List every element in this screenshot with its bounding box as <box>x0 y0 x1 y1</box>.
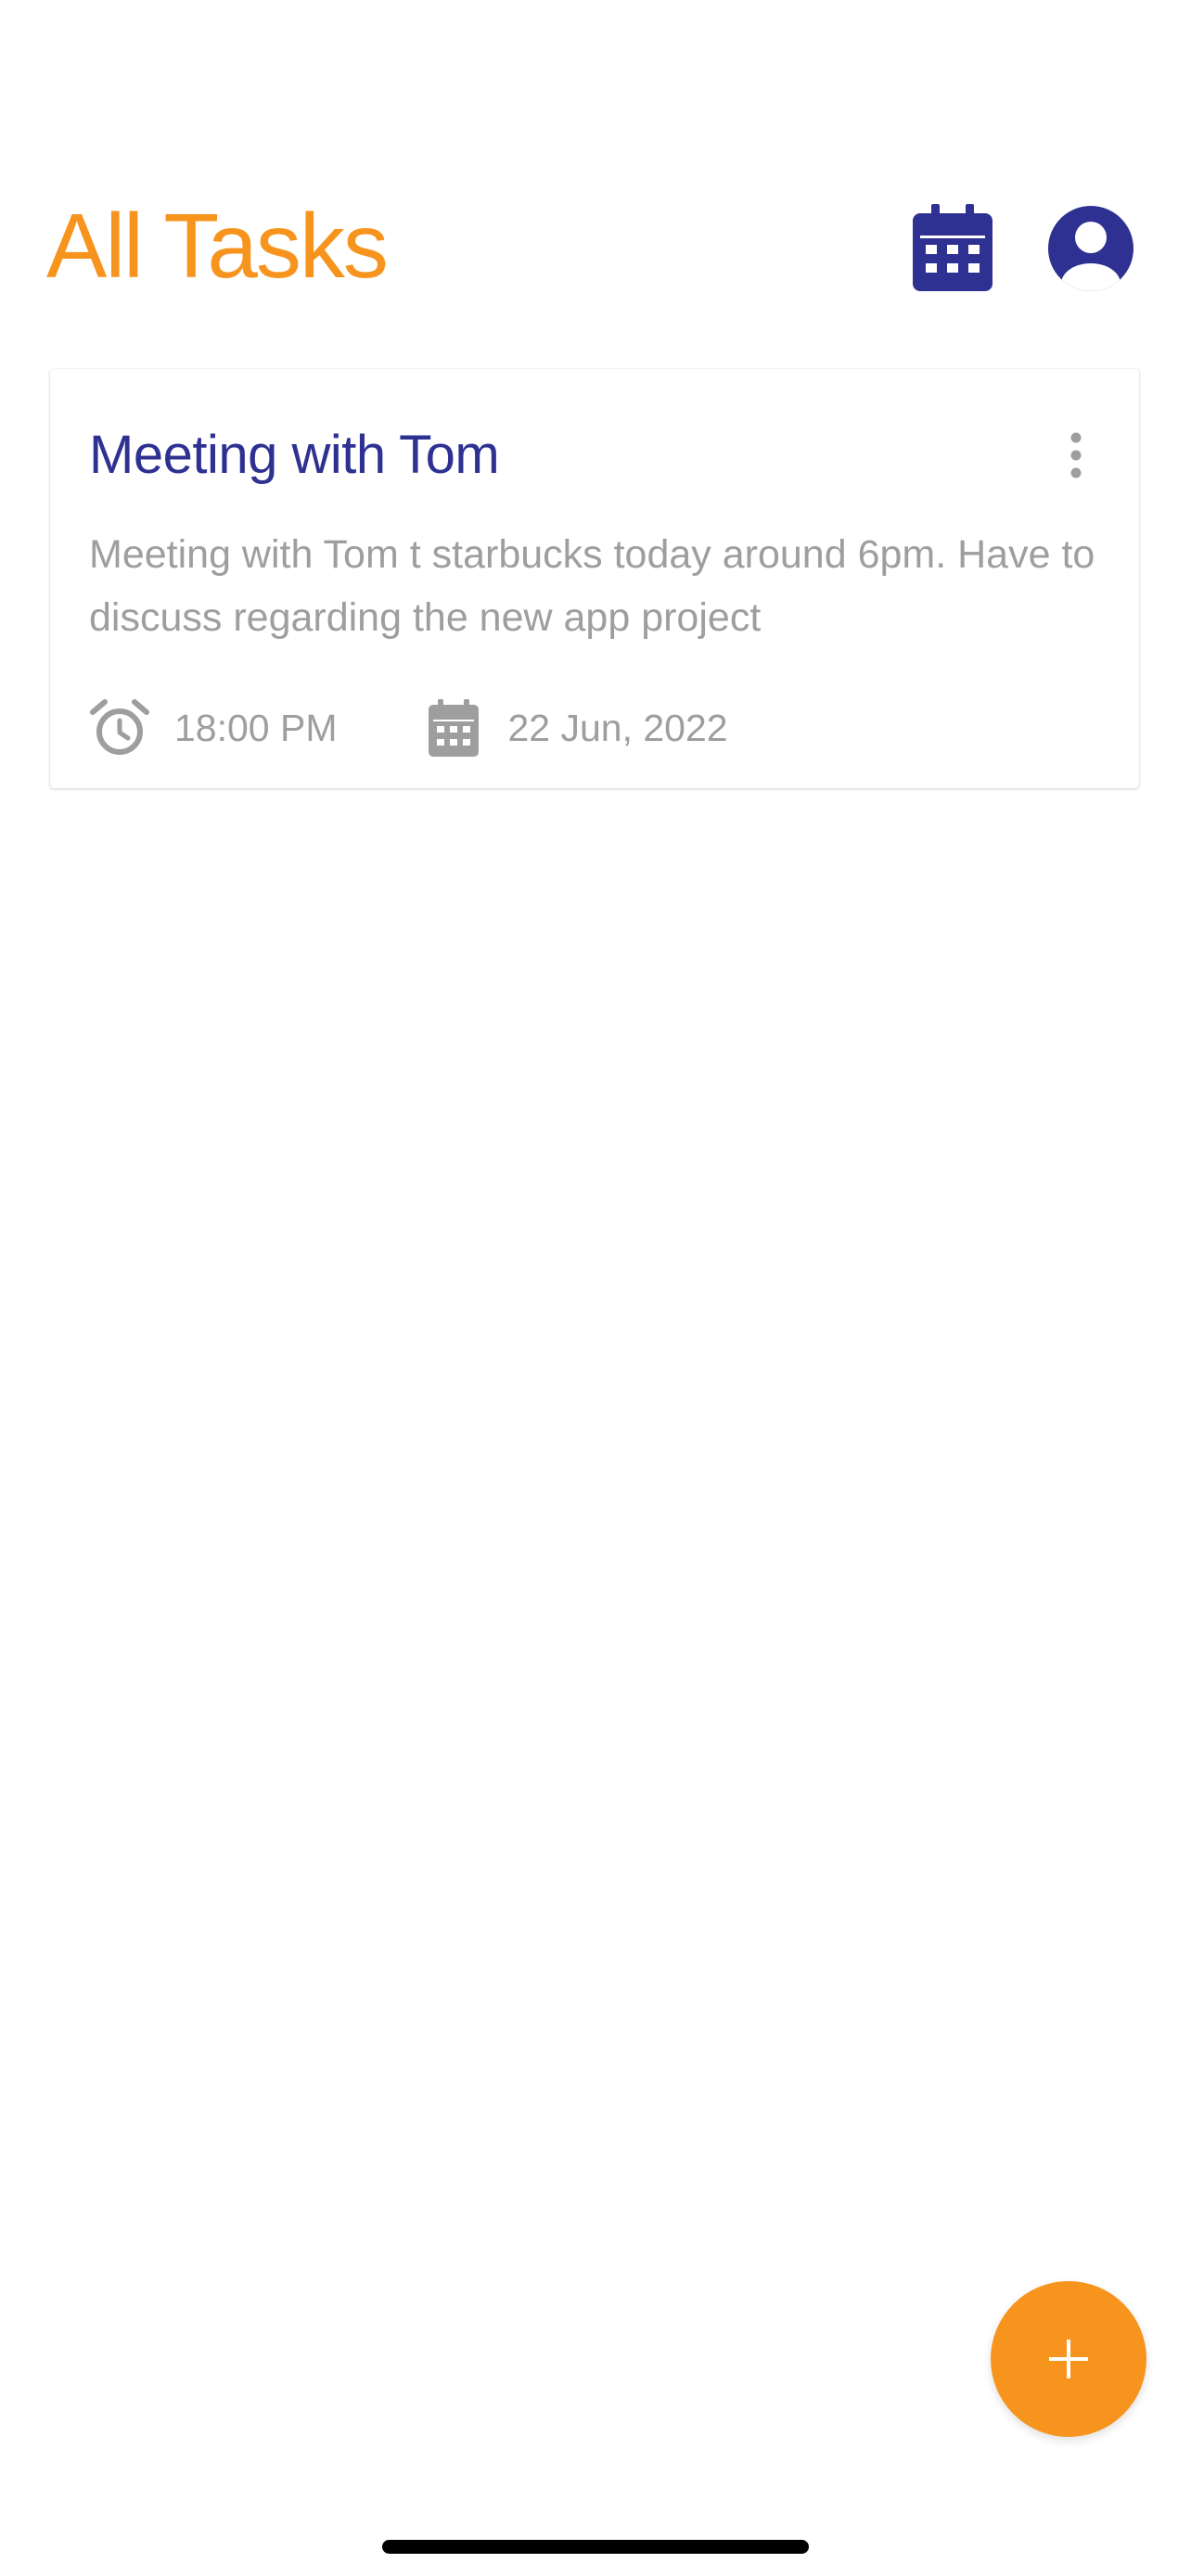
calendar-icon <box>428 699 479 757</box>
calendar-button[interactable] <box>907 202 998 293</box>
calendar-icon <box>913 204 992 291</box>
app-header: All Tasks <box>0 0 1191 352</box>
task-description: Meeting with Tom t starbucks today aroun… <box>89 532 1095 640</box>
task-title: Meeting with Tom <box>89 425 500 485</box>
plus-icon <box>1049 2340 1088 2378</box>
task-date: 22 Jun, 2022 <box>507 706 728 749</box>
task-time: 18:00 PM <box>174 706 338 749</box>
page-title: All Tasks <box>46 195 389 297</box>
home-indicator[interactable] <box>382 2540 809 2554</box>
task-meta: 18:00 PM 22 Jun, 2022 <box>89 695 728 760</box>
task-menu-button[interactable] <box>1057 430 1095 482</box>
alarm-icon <box>90 699 149 755</box>
profile-button[interactable] <box>1046 204 1135 293</box>
task-card[interactable]: Meeting with Tom Meeting with Tom t star… <box>50 369 1139 788</box>
more-vert-icon <box>1070 432 1082 478</box>
account-circle-icon <box>1048 206 1133 291</box>
add-task-button[interactable] <box>991 2281 1146 2437</box>
